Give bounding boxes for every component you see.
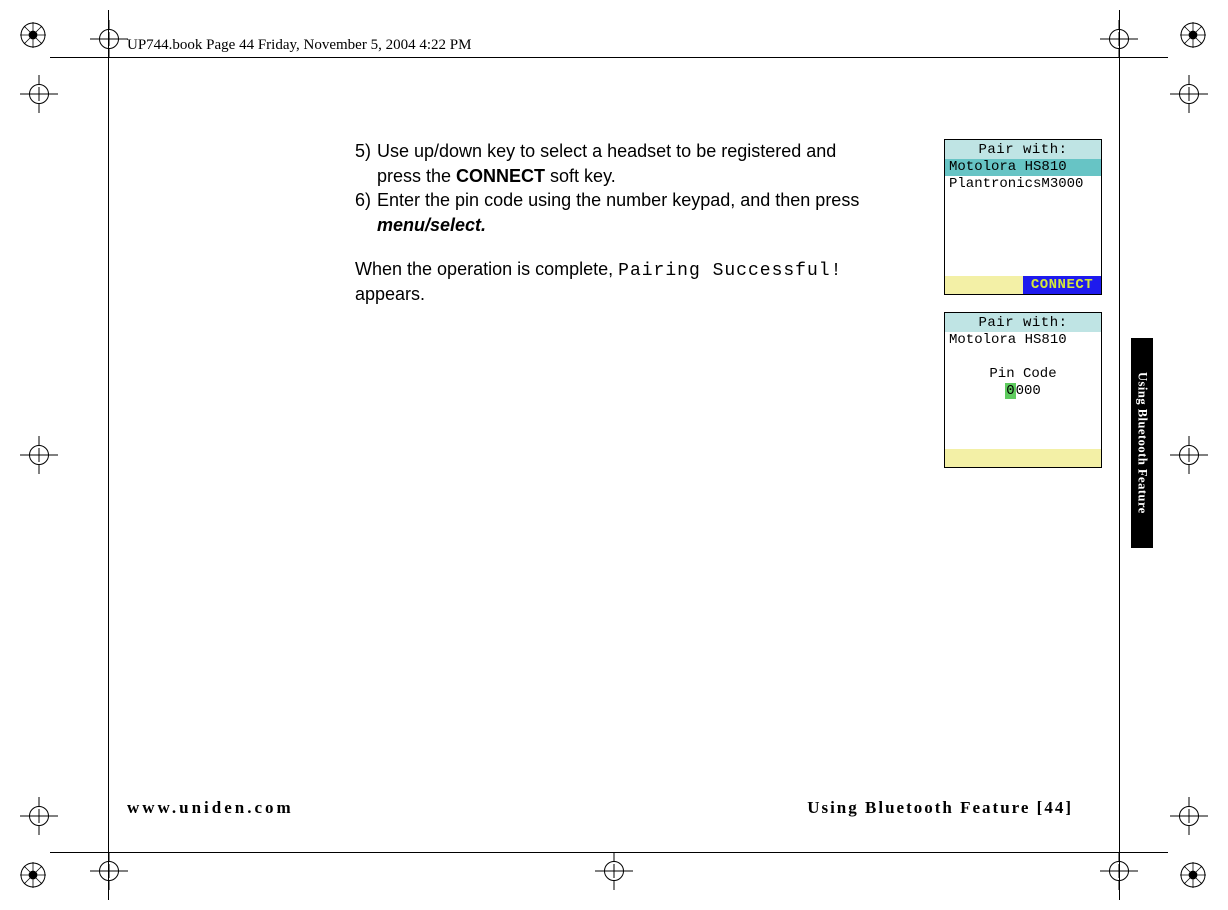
crop-plus-icon bbox=[1170, 436, 1208, 474]
lcd-screenshot-1: Pair with: Motolora HS810 PlantronicsM30… bbox=[944, 139, 1102, 295]
result-lcd-text: Pairing Successful! bbox=[618, 261, 842, 281]
registration-circle-icon bbox=[1180, 22, 1206, 48]
crop-plus-icon bbox=[90, 852, 128, 890]
crop-plus-icon bbox=[20, 436, 58, 474]
trim-line bbox=[108, 10, 109, 900]
step-6-line1: Enter the pin code using the number keyp… bbox=[377, 190, 859, 210]
registration-circle-icon bbox=[20, 22, 46, 48]
registration-circle-icon bbox=[1180, 862, 1206, 888]
lcd2-pin-rest: 000 bbox=[1016, 383, 1041, 399]
lcd1-item-2: PlantronicsM3000 bbox=[945, 176, 1101, 193]
crop-plus-icon bbox=[20, 75, 58, 113]
lcd-screenshot-2: Pair with: Motolora HS810 Pin Code 0000 bbox=[944, 312, 1102, 468]
lcd1-item-1: Motolora HS810 bbox=[945, 159, 1101, 176]
step-5-line2b: soft key. bbox=[545, 166, 616, 186]
lcd1-softkey-right: CONNECT bbox=[1023, 276, 1101, 294]
footer-section: Using Bluetooth Feature [44] bbox=[807, 798, 1073, 818]
lcd2-pin-cursor: 0 bbox=[1005, 383, 1015, 399]
lcd1-softkey-left bbox=[945, 276, 1023, 294]
crop-plus-icon bbox=[1100, 20, 1138, 58]
lcd2-item-1: Motolora HS810 bbox=[945, 332, 1101, 349]
crop-plus-icon bbox=[1170, 75, 1208, 113]
lcd2-pin-label: Pin Code bbox=[945, 366, 1101, 383]
side-tab: Using Bluetooth Feature bbox=[1131, 338, 1153, 548]
registration-circle-icon bbox=[20, 862, 46, 888]
lcd1-softkeys: CONNECT bbox=[945, 276, 1101, 294]
lcd2-pin-value: 0000 bbox=[945, 383, 1101, 400]
content-block: 5)Use up/down key to select a headset to… bbox=[355, 140, 915, 323]
framemaker-header: UP744.book Page 44 Friday, November 5, 2… bbox=[127, 37, 471, 54]
crop-plus-icon bbox=[90, 20, 128, 58]
step-5-number: 5) bbox=[355, 140, 377, 163]
step-5-line2a: press the bbox=[377, 166, 456, 186]
step-5-connect: CONNECT bbox=[456, 166, 545, 186]
trim-line bbox=[50, 57, 1168, 58]
crop-plus-icon bbox=[595, 852, 633, 890]
trim-line bbox=[1119, 10, 1120, 900]
lcd2-softkeys bbox=[945, 449, 1101, 467]
result-text-b: appears. bbox=[355, 284, 425, 304]
step-6-menuselect: menu/select. bbox=[355, 214, 915, 237]
result-text-a: When the operation is complete, bbox=[355, 259, 618, 279]
lcd2-title: Pair with: bbox=[945, 313, 1101, 332]
crop-plus-icon bbox=[20, 797, 58, 835]
step-5-line1: Use up/down key to select a headset to b… bbox=[377, 141, 836, 161]
footer-url: www.uniden.com bbox=[127, 798, 294, 818]
step-6-number: 6) bbox=[355, 189, 377, 212]
trim-line bbox=[50, 852, 1168, 853]
crop-plus-icon bbox=[1100, 852, 1138, 890]
lcd1-title: Pair with: bbox=[945, 140, 1101, 159]
crop-plus-icon bbox=[1170, 797, 1208, 835]
